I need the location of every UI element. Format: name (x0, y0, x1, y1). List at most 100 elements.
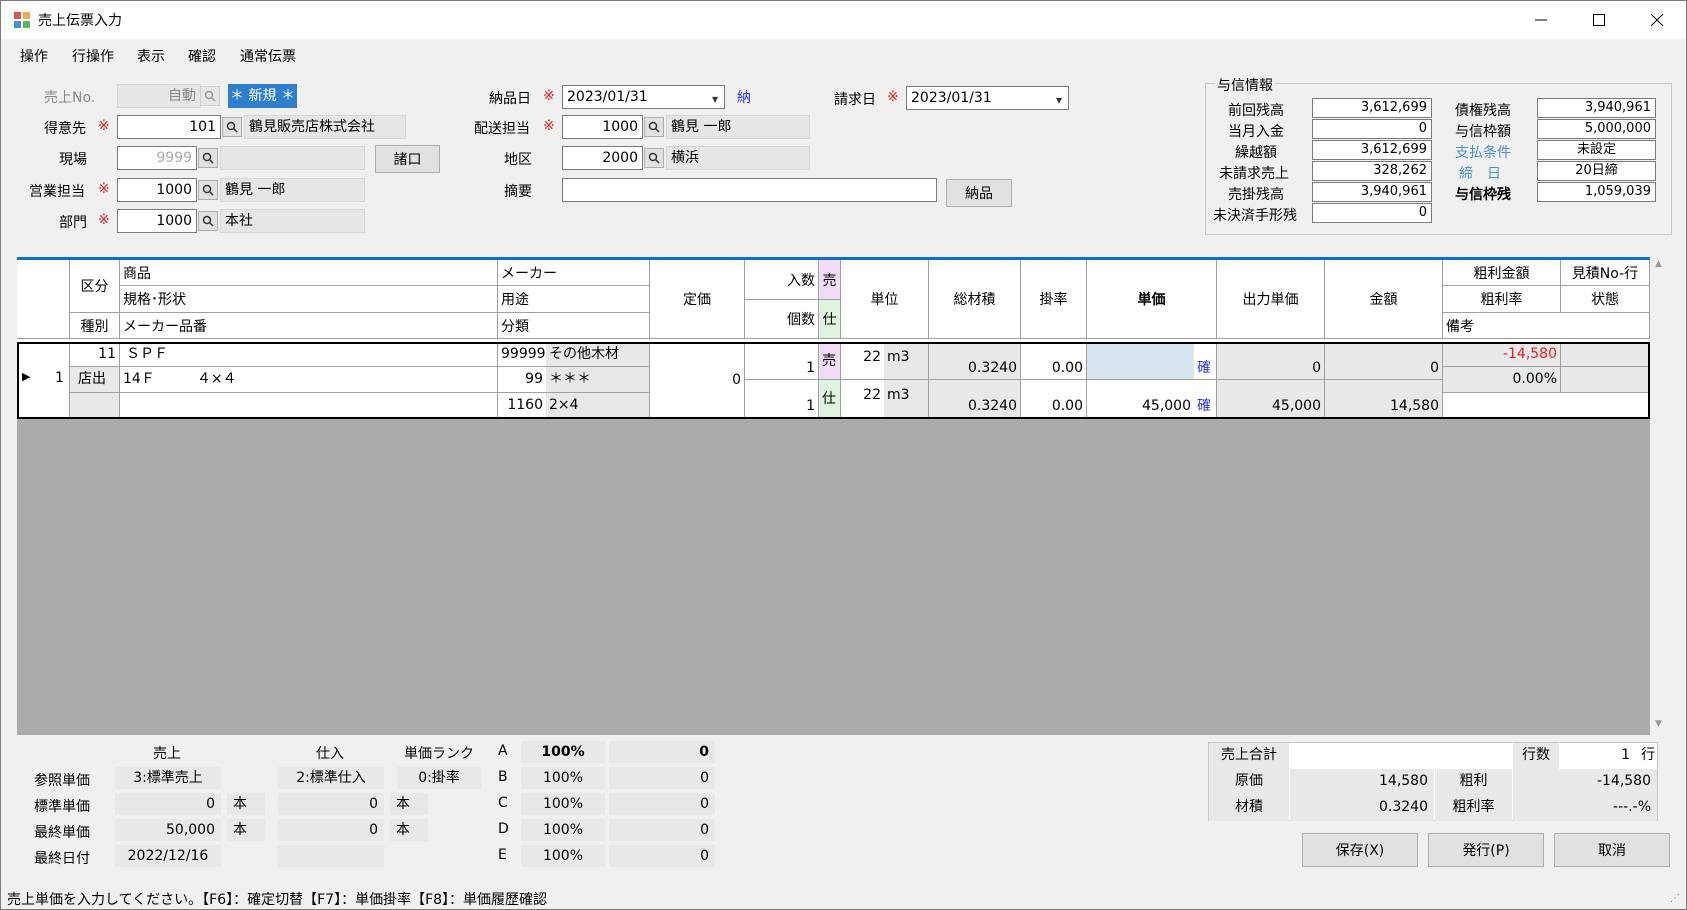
summary-input[interactable] (562, 178, 937, 202)
delivery-date-value: 2023/01/31 (567, 89, 648, 105)
menu-confirm[interactable]: 確認 (188, 46, 216, 66)
resize-grip-icon[interactable]: ⋰ (1670, 893, 1680, 904)
cell-purchase-qty[interactable]: 1 (745, 380, 819, 419)
cell-kubun-code[interactable]: 11 (70, 342, 120, 367)
misc-button[interactable]: 諸口 (375, 145, 440, 173)
sales-total-value (1290, 743, 1434, 769)
area-search-button[interactable] (644, 148, 664, 168)
credit-label-prev-balance: 前回残高 (1228, 103, 1284, 119)
last-purchase-value: 0 (278, 819, 384, 841)
last-date-value: 2022/12/16 (115, 845, 221, 867)
credit-value-payment-terms: 未設定 (1537, 140, 1656, 160)
cell-product[interactable]: ＳＰＦ (120, 342, 498, 367)
cell-shi-mark: 仕 (819, 380, 841, 419)
last-date-label: 最終日付 (34, 851, 90, 867)
header-shohin: 商品 (120, 260, 498, 286)
rank-a-letter: A (498, 743, 508, 759)
row-number: 1 (55, 370, 64, 386)
cell-purchase-unit-qty[interactable]: 22 (841, 380, 884, 419)
rank-b-pct: 100% (521, 767, 605, 789)
maximize-button[interactable] (1570, 1, 1628, 39)
header-maker: メーカー (498, 260, 650, 286)
profit-rate-value: ---.-% (1513, 795, 1657, 821)
sales-rep-code-input[interactable]: 1000 (117, 178, 197, 202)
cell-shubetsu[interactable] (70, 393, 120, 419)
cell-class-code[interactable]: 1160 (498, 393, 546, 419)
customer-required-mark: ※ (98, 118, 110, 134)
dept-name-field: 本社 (220, 209, 365, 233)
cancel-button[interactable]: 取消 (1554, 833, 1670, 867)
site-search-button[interactable] (198, 148, 218, 168)
cell-purchase-price[interactable]: 45,000 (1087, 380, 1194, 419)
menu-operation[interactable]: 操作 (20, 46, 48, 66)
ref-sale-value: 3:標準売上 (115, 767, 221, 789)
delivery-mark: 納 (737, 90, 751, 106)
credit-link-payment-terms[interactable]: 支払条件 (1455, 142, 1511, 162)
header-tani: 単位 (841, 260, 929, 339)
rank-b-value: 0 (609, 767, 715, 789)
credit-value-prev-balance: 3,612,699 (1312, 98, 1432, 118)
credit-label-claim-balance: 債権残高 (1455, 103, 1511, 119)
window-title: 売上伝票入力 (38, 13, 122, 29)
minimize-button[interactable] (1512, 1, 1570, 39)
sales-rep-search-button[interactable] (198, 180, 218, 200)
shipper-code-input[interactable]: 1000 (562, 115, 643, 139)
cell-purchase-rate[interactable]: 0.00 (1021, 380, 1087, 419)
cell-spec[interactable]: 14Ｆ ４×４ (120, 367, 498, 393)
header-irisu: 入数 (745, 260, 819, 300)
cell-list-price[interactable]: 0 (650, 342, 745, 419)
cell-use-code[interactable]: 99 (498, 367, 546, 393)
cell-sale-output-price: 0 (1217, 342, 1325, 380)
cell-kubun-name[interactable]: 店出 (70, 367, 120, 393)
menu-row-operation[interactable]: 行操作 (72, 46, 114, 66)
billing-date-picker[interactable]: 2023/01/31 ▾ (906, 86, 1069, 110)
menu-normal-slip[interactable]: 通常伝票 (240, 46, 296, 66)
cell-sale-qty[interactable]: 1 (745, 342, 819, 380)
row-header[interactable]: ▶ 1 (17, 342, 70, 419)
shipper-search-button[interactable] (644, 117, 664, 137)
credit-label-unsettled-bills: 未決済手形残 (1213, 208, 1297, 224)
rank-e-pct: 100% (521, 845, 605, 867)
grid-vertical-scrollbar[interactable]: ▲ ▼ (1650, 257, 1670, 735)
customer-code-input[interactable]: 101 (117, 115, 221, 139)
save-button[interactable]: 保存(X) (1302, 833, 1418, 867)
dept-code-input[interactable]: 1000 (117, 209, 197, 233)
issue-button[interactable]: 発行(P) (1428, 833, 1544, 867)
dept-search-button[interactable] (198, 211, 218, 231)
cell-maker-hinban[interactable] (120, 393, 498, 419)
cell-sale-price-input[interactable] (1087, 342, 1194, 380)
cell-purchase-confirm[interactable]: 確 (1194, 380, 1217, 419)
cost-value: 14,580 (1290, 769, 1434, 795)
rank-e-value: 0 (609, 845, 715, 867)
header-mitsumori: 見積No-行 (1561, 260, 1650, 286)
header-kingaku: 金額 (1325, 260, 1443, 339)
credit-link-closing-day[interactable]: 締 日 (1459, 163, 1501, 183)
delivery-date-picker[interactable]: 2023/01/31 ▾ (562, 85, 725, 109)
close-button[interactable] (1628, 1, 1686, 39)
cell-sale-unit-qty[interactable]: 22 (841, 342, 884, 380)
cell-sale-amount: 0 (1325, 342, 1443, 380)
cell-gross-rate: 0.00% (1443, 367, 1561, 393)
site-code-input[interactable]: 9999 (117, 146, 197, 170)
header-shubetsu: 種別 (70, 313, 120, 339)
cell-sale-confirm[interactable]: 確 (1194, 342, 1217, 380)
cell-purchase-output-price: 45,000 (1217, 380, 1325, 419)
rank-a-value: 0 (609, 741, 715, 763)
std-sale-unit: 本 (227, 793, 265, 815)
menu-view[interactable]: 表示 (137, 46, 165, 66)
line-count-unit: 行 (1641, 747, 1655, 763)
cell-maker-code[interactable]: 99999 (498, 342, 546, 367)
area-code-input[interactable]: 2000 (562, 146, 643, 170)
cell-sale-rate[interactable]: 0.00 (1021, 342, 1087, 380)
cell-estimate-no (1561, 342, 1650, 367)
billing-date-required-mark: ※ (887, 89, 899, 105)
search-icon (202, 184, 214, 196)
line-count-value: 1 (1560, 743, 1636, 769)
current-row-arrow-icon: ▶ (22, 370, 31, 383)
credit-value-month-payment: 0 (1312, 119, 1432, 139)
deliver-button[interactable]: 納品 (946, 179, 1012, 207)
cell-remarks[interactable] (1443, 393, 1650, 419)
search-icon (648, 121, 660, 133)
customer-search-button[interactable] (222, 117, 242, 137)
header-youto: 用途 (498, 286, 650, 313)
